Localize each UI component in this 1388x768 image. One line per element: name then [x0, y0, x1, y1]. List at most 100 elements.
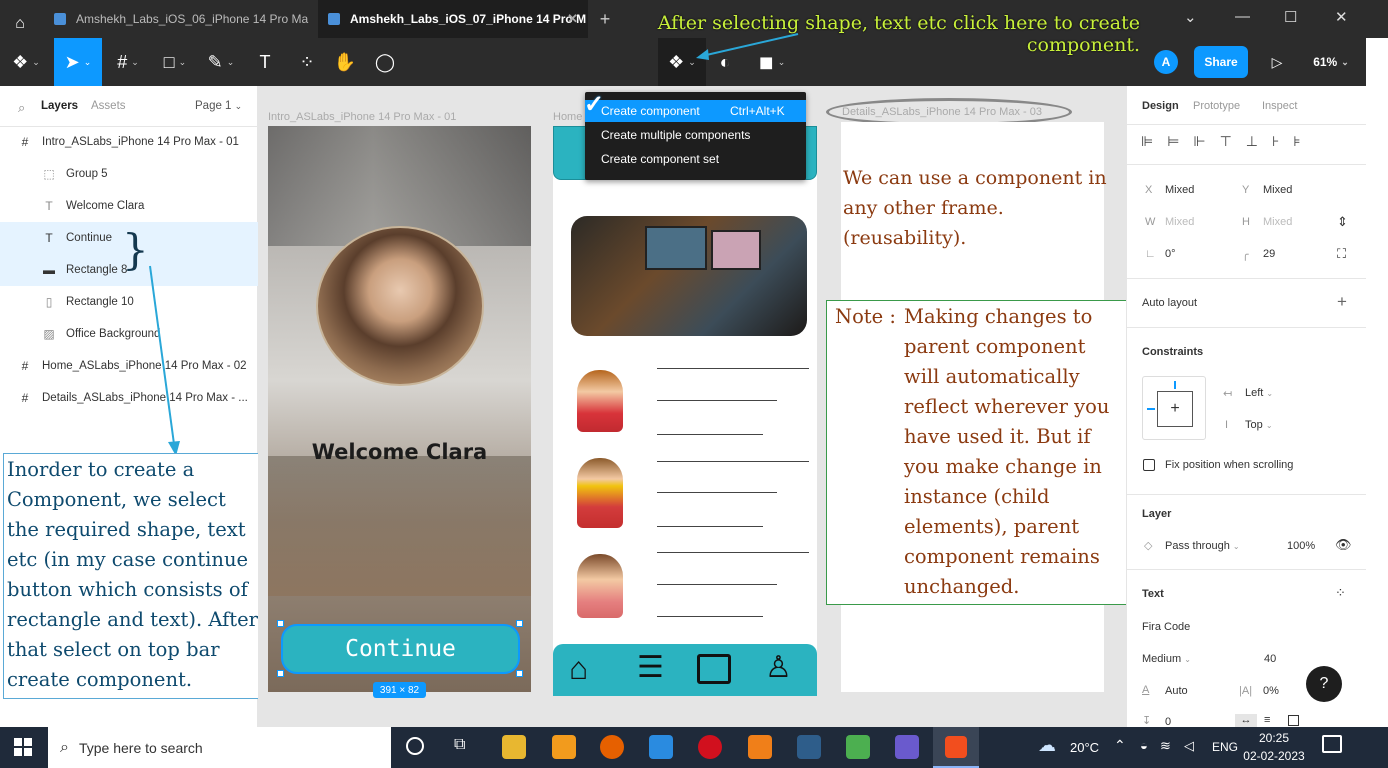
search-icon[interactable]: ⌕ [18, 100, 25, 116]
opera-icon[interactable] [698, 735, 722, 759]
y-field[interactable]: Mixed [1263, 184, 1292, 196]
avatar[interactable]: A [1154, 50, 1178, 74]
fix-position-checkbox[interactable] [1143, 459, 1155, 471]
layer-office-background[interactable]: ▨ Office Background [0, 318, 258, 350]
font-family-dropdown[interactable]: Fira Code [1142, 621, 1190, 633]
constraint-widget[interactable]: + [1142, 376, 1206, 440]
resize-handle[interactable] [516, 670, 523, 677]
layer-frame-home[interactable]: # Home_ASLabs_iPhone 14 Pro Max - 02 [0, 350, 258, 382]
menu-icon[interactable]: ☰ [637, 650, 664, 685]
w-field[interactable]: Mixed [1165, 216, 1194, 228]
line-height-field[interactable]: Auto [1165, 685, 1188, 697]
minimize-icon[interactable]: — [1235, 8, 1250, 25]
page-selector[interactable]: Page 1 ⌄ [195, 100, 242, 112]
main-menu-icon[interactable]: ❖ ⌄ [2, 38, 50, 86]
windows-start-icon[interactable] [14, 738, 32, 756]
layer-frame-intro[interactable]: # Intro_ASLabs_iPhone 14 Pro Max - 01 [0, 126, 258, 158]
weather-temp[interactable]: 20°C [1070, 740, 1099, 755]
text-tool-icon[interactable]: T [248, 38, 282, 86]
task-view-icon[interactable]: ⧉ [454, 736, 465, 754]
resize-handle[interactable] [277, 620, 284, 627]
file-explorer-icon[interactable] [502, 735, 526, 759]
chevron-down-icon[interactable]: ⌄ [1184, 8, 1197, 26]
vscode-icon[interactable] [649, 735, 673, 759]
font-size-field[interactable]: 40 [1264, 653, 1276, 665]
resize-handle[interactable] [277, 670, 284, 677]
pen-tool-icon[interactable]: ✎ ⌄ [198, 38, 244, 86]
frame-tool-icon[interactable]: # ⌄ [104, 38, 152, 86]
tab-assets[interactable]: Assets [91, 100, 126, 112]
language-indicator[interactable]: ENG [1212, 740, 1238, 754]
move-tool-icon[interactable]: ➤ ⌄ [54, 38, 102, 86]
sublime-text-icon[interactable] [552, 735, 576, 759]
notification-icon[interactable] [1322, 735, 1342, 753]
profile-icon[interactable]: ♙ [765, 650, 792, 685]
independent-corners-icon[interactable]: ⛶ [1337, 246, 1346, 262]
blend-mode-dropdown[interactable]: Pass through ⌄ [1165, 540, 1240, 552]
share-button[interactable]: Share [1194, 46, 1248, 78]
horizontal-constraint-dropdown[interactable]: Left ⌄ [1245, 387, 1273, 399]
maximize-icon[interactable]: ☐ [1284, 8, 1297, 26]
gallery-icon[interactable] [697, 654, 731, 684]
clock-time[interactable]: 20:25 [1250, 731, 1298, 745]
fixed-size-icon[interactable] [1288, 715, 1299, 726]
tray-chevron-up-icon[interactable]: ⌃ [1114, 737, 1126, 754]
resources-tool-icon[interactable]: ⁘ [290, 38, 324, 86]
layer-welcome-clara[interactable]: T Welcome Clara [0, 190, 258, 222]
constrain-proportions-icon[interactable]: ⇕ [1337, 214, 1348, 230]
rotation-field[interactable]: 0° [1165, 248, 1176, 260]
font-weight-dropdown[interactable]: Medium ⌄ [1142, 653, 1191, 665]
hand-tool-icon[interactable]: ✋ [328, 38, 362, 86]
firefox-icon[interactable] [600, 735, 624, 759]
file-tab-07[interactable]: Amshekh_Labs_iOS_07_iPhone 14 Pro M ✕ [318, 0, 588, 38]
menu-item-create-multiple[interactable]: Create multiple components [585, 124, 806, 146]
comment-tool-icon[interactable]: ◯ [368, 38, 402, 86]
radius-field[interactable]: 29 [1263, 248, 1275, 260]
letter-spacing-field[interactable]: 0% [1263, 685, 1279, 697]
continue-button[interactable]: Continue [281, 624, 520, 674]
scrollbar[interactable] [1366, 38, 1388, 727]
h-field[interactable]: Mixed [1263, 216, 1292, 228]
layer-frame-details[interactable]: # Details_ASLabs_iPhone 14 Pro Max - ... [0, 382, 258, 414]
menu-item-create-set[interactable]: Create component set [585, 148, 806, 170]
taskbar-search[interactable]: ⌕ Type here to search [48, 727, 391, 768]
close-tab-icon[interactable]: ✕ [567, 11, 578, 27]
layer-group-5[interactable]: ⬚ Group 5 [0, 158, 258, 190]
auto-height-icon[interactable]: ≡ [1264, 714, 1270, 726]
clock-date[interactable]: 02-02-2023 [1242, 749, 1306, 763]
menu-item-create-component[interactable]: Create component Ctrl+Alt+K [585, 100, 806, 122]
add-auto-layout-icon[interactable]: + [1337, 292, 1347, 312]
mysql-workbench-icon[interactable] [797, 735, 821, 759]
close-window-icon[interactable]: ✕ [1335, 8, 1348, 26]
frame-label-home[interactable]: Home [553, 111, 582, 123]
frame-label-details[interactable]: Details_ASLabs_iPhone 14 Pro Max - 03 [842, 106, 1042, 118]
cortana-icon[interactable] [406, 737, 424, 755]
zoom-dropdown[interactable]: 61% ⌄ [1306, 38, 1356, 86]
file-tab-06[interactable]: Amshekh_Labs_iOS_06_iPhone 14 Pro Ma [44, 0, 314, 38]
present-icon[interactable]: ▷ [1262, 38, 1292, 86]
align-icons[interactable]: ⊫⊨⊩⊤⊥⊦⊧ [1141, 133, 1315, 150]
home-icon[interactable]: ⌂ [569, 650, 588, 687]
tab-layers[interactable]: Layers [41, 100, 78, 112]
opacity-field[interactable]: 100% [1287, 540, 1315, 552]
layer-rectangle-10[interactable]: ▯ Rectangle 10 [0, 286, 258, 318]
volume-icon[interactable]: ◁ [1184, 738, 1194, 754]
app-icon[interactable] [846, 735, 870, 759]
tab-prototype[interactable]: Prototype [1193, 100, 1240, 112]
vertical-constraint-dropdown[interactable]: Top ⌄ [1245, 419, 1273, 431]
frame-home[interactable]: ⌂ ☰ ♙ [553, 126, 817, 696]
visibility-eye-icon[interactable]: 👁 [1335, 537, 1352, 553]
network-icon[interactable]: ◒ [1140, 738, 1148, 753]
tab-inspect[interactable]: Inspect [1262, 100, 1297, 112]
auto-width-icon[interactable]: ↔ [1235, 714, 1257, 728]
figma-taskbar-button[interactable] [933, 727, 979, 768]
tab-design[interactable]: Design [1142, 100, 1179, 112]
calendar-icon[interactable] [895, 735, 919, 759]
frame-intro[interactable]: Welcome Clara [268, 126, 531, 692]
help-button[interactable]: ? [1306, 666, 1342, 702]
frame-label-intro[interactable]: Intro_ASLabs_iPhone 14 Pro Max - 01 [268, 111, 456, 123]
text-styles-icon[interactable]: ⁘ [1335, 585, 1346, 601]
xampp-icon[interactable] [748, 735, 772, 759]
shape-tool-icon[interactable]: □ ⌄ [152, 38, 198, 86]
resize-handle[interactable] [516, 620, 523, 627]
